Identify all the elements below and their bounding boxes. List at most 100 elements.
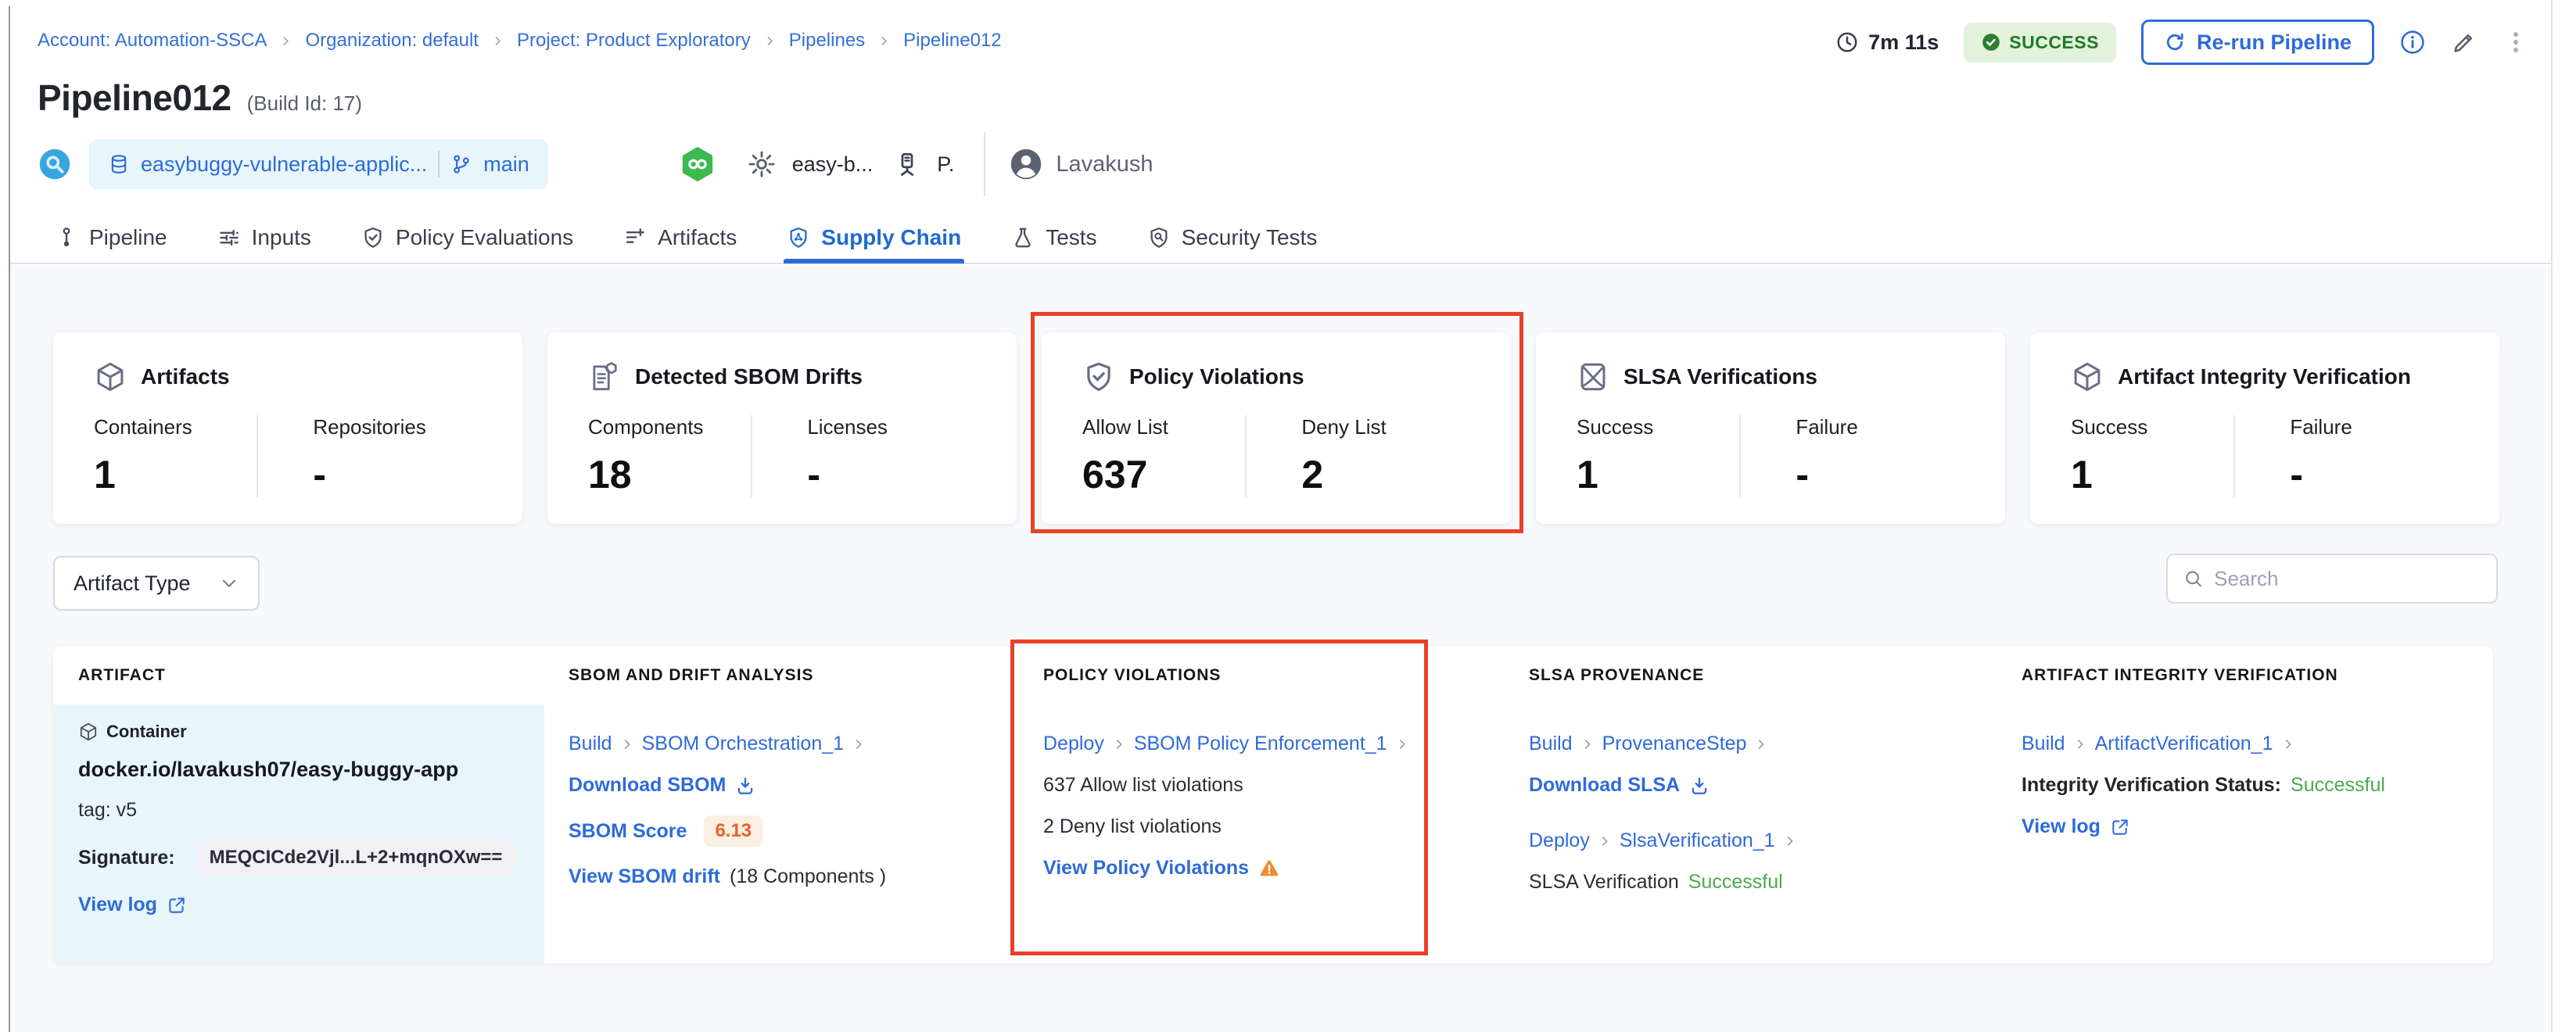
stage-link[interactable]: Build xyxy=(2022,733,2065,755)
gear-icon xyxy=(747,149,777,179)
repo-name[interactable]: easybuggy-vulnerable-applic... xyxy=(141,152,427,177)
artifact-signature: Signature: MEQCICde2Vjl...L+2+mqnOXw== xyxy=(78,840,522,875)
step-link[interactable]: ProvenanceStep xyxy=(1602,733,1747,755)
sbom-drift-line: View SBOM drift (18 Components ) xyxy=(569,865,1043,888)
sbom-score-badge: 6.13 xyxy=(704,815,762,847)
stage-link[interactable]: Build xyxy=(569,733,612,755)
card-slsa-verifications: SLSA Verifications Success 1 Failure - xyxy=(1536,332,2005,524)
chevron-right-icon xyxy=(620,737,634,751)
slsa-provenance-cell: Build ProvenanceStep Download SLSA Deplo… xyxy=(1529,704,2022,963)
page-title: Pipeline012 xyxy=(38,77,231,119)
sbom-score-link[interactable]: SBOM Score xyxy=(569,820,687,843)
stage-link[interactable]: Build xyxy=(1529,733,1573,755)
tab-label: Supply Chain xyxy=(821,225,961,250)
tab-label: Tests xyxy=(1046,225,1096,250)
tab-tests[interactable]: Tests xyxy=(1011,212,1096,263)
breadcrumb-project[interactable]: Project: Product Exploratory xyxy=(517,30,751,52)
view-sbom-drift-link[interactable]: View SBOM drift xyxy=(569,865,720,888)
refresh-icon xyxy=(2164,31,2186,53)
chevron-right-icon xyxy=(2281,737,2295,751)
chevron-down-icon xyxy=(219,573,239,593)
chevron-right-icon xyxy=(1112,737,1126,751)
chevron-right-icon xyxy=(852,737,866,751)
chevron-right-icon xyxy=(279,34,292,48)
user-avatar-icon xyxy=(1009,147,1043,181)
stat-licenses: Licenses - xyxy=(751,415,976,497)
tab-supply-chain[interactable]: Supply Chain xyxy=(787,212,961,263)
chevron-right-icon xyxy=(1580,737,1595,751)
tab-label: Pipeline xyxy=(89,225,167,250)
download-icon xyxy=(1689,776,1710,796)
stat-slsa-success: Success 1 xyxy=(1577,415,1739,497)
download-slsa-link[interactable]: Download SLSA xyxy=(1529,774,2022,797)
step-link[interactable]: SBOM Orchestration_1 xyxy=(642,733,844,755)
external-link-icon xyxy=(2110,817,2130,837)
step-link[interactable]: SBOM Policy Enforcement_1 xyxy=(1134,733,1387,755)
rerun-label: Re-run Pipeline xyxy=(2197,30,2352,55)
view-policy-violations-link[interactable]: View Policy Violations xyxy=(1043,857,1249,880)
integrity-view-log-link[interactable]: View log xyxy=(2022,815,2493,838)
stage-link[interactable]: Deploy xyxy=(1529,830,1590,852)
card-sbom-drifts: Detected SBOM Drifts Components 18 Licen… xyxy=(547,332,1017,524)
sbom-step-breadcrumb: Build SBOM Orchestration_1 xyxy=(569,733,1043,755)
column-header-integrity: ARTIFACT INTEGRITY VERIFICATION xyxy=(2022,666,2493,685)
step-link[interactable]: ArtifactVerification_1 xyxy=(2095,733,2273,755)
left-edge-strip xyxy=(0,0,9,1032)
branch-name[interactable]: main xyxy=(483,152,529,177)
tab-security-tests[interactable]: Security Tests xyxy=(1147,212,1318,263)
tab-policy-evaluations[interactable]: Policy Evaluations xyxy=(361,212,573,263)
shield-check-icon xyxy=(1082,360,1115,393)
chevron-right-icon xyxy=(491,34,504,48)
stat-integrity-failure: Failure - xyxy=(2233,415,2459,497)
stat-slsa-failure: Failure - xyxy=(1739,415,1964,497)
stage-link[interactable]: Deploy xyxy=(1043,733,1104,755)
column-header-artifact: ARTIFACT xyxy=(53,666,569,685)
chevron-right-icon xyxy=(1598,834,1612,848)
artifact-image-name: docker.io/lavakush07/easy-buggy-app xyxy=(78,758,522,782)
edit-pencil-icon[interactable] xyxy=(2451,29,2477,56)
card-title: Artifact Integrity Verification xyxy=(2118,364,2411,389)
trigger-pipeline-name[interactable]: easy-b... xyxy=(792,152,874,177)
search-box[interactable] xyxy=(2166,554,2498,604)
card-title: Policy Violations xyxy=(1129,364,1304,389)
integrity-step-breadcrumb: Build ArtifactVerification_1 xyxy=(2022,733,2493,755)
right-edge-strip xyxy=(2553,0,2576,1032)
pipeline-icon xyxy=(55,226,78,249)
right-edge-border xyxy=(2551,0,2553,1032)
chevron-right-icon xyxy=(763,34,777,48)
container-cube-icon xyxy=(78,722,99,742)
policy-step-breadcrumb: Deploy SBOM Policy Enforcement_1 xyxy=(1043,733,1529,755)
check-circle-icon xyxy=(1981,32,2001,52)
chevron-right-icon xyxy=(1783,834,1797,848)
repo-branch-pill[interactable]: easybuggy-vulnerable-applic... main xyxy=(89,139,548,189)
shield-check-icon xyxy=(361,226,385,249)
external-link-icon xyxy=(167,895,187,916)
supply-chain-shield-icon xyxy=(787,226,810,249)
stat-integrity-success: Success 1 xyxy=(2071,415,2233,497)
breadcrumb-pipeline012[interactable]: Pipeline012 xyxy=(903,30,1001,52)
artifact-view-log-link[interactable]: View log xyxy=(78,894,522,916)
card-artifacts: Artifacts Containers 1 Repositories - xyxy=(53,332,522,524)
sbom-cell: Build SBOM Orchestration_1 Download SBOM… xyxy=(569,704,1043,963)
breadcrumb-pipelines[interactable]: Pipelines xyxy=(789,30,865,52)
info-icon[interactable] xyxy=(2399,29,2426,56)
download-sbom-link[interactable]: Download SBOM xyxy=(569,774,1043,797)
kebab-menu-icon[interactable] xyxy=(2502,29,2529,56)
stat-repositories: Repositories - xyxy=(257,415,482,497)
tab-pipeline[interactable]: Pipeline xyxy=(55,212,167,263)
provenance-step-breadcrumb: Build ProvenanceStep xyxy=(1529,733,2022,755)
service-icon xyxy=(893,150,921,178)
repository-icon xyxy=(108,153,130,175)
breadcrumb-organization[interactable]: Organization: default xyxy=(305,30,478,52)
tab-artifacts[interactable]: Artifacts xyxy=(623,212,737,263)
artifact-type-dropdown[interactable]: Artifact Type xyxy=(53,556,260,611)
breadcrumb-account[interactable]: Account: Automation-SSCA xyxy=(38,30,267,52)
slsa-verification-breadcrumb: Deploy SlsaVerification_1 xyxy=(1529,830,2022,852)
step-link[interactable]: SlsaVerification_1 xyxy=(1620,830,1775,852)
download-icon xyxy=(735,776,755,796)
column-header-slsa: SLSA PROVENANCE xyxy=(1529,666,2022,685)
cube-icon xyxy=(94,360,127,393)
tab-inputs[interactable]: Inputs xyxy=(217,212,311,263)
rerun-pipeline-button[interactable]: Re-run Pipeline xyxy=(2141,20,2374,65)
search-input[interactable] xyxy=(2214,567,2481,591)
